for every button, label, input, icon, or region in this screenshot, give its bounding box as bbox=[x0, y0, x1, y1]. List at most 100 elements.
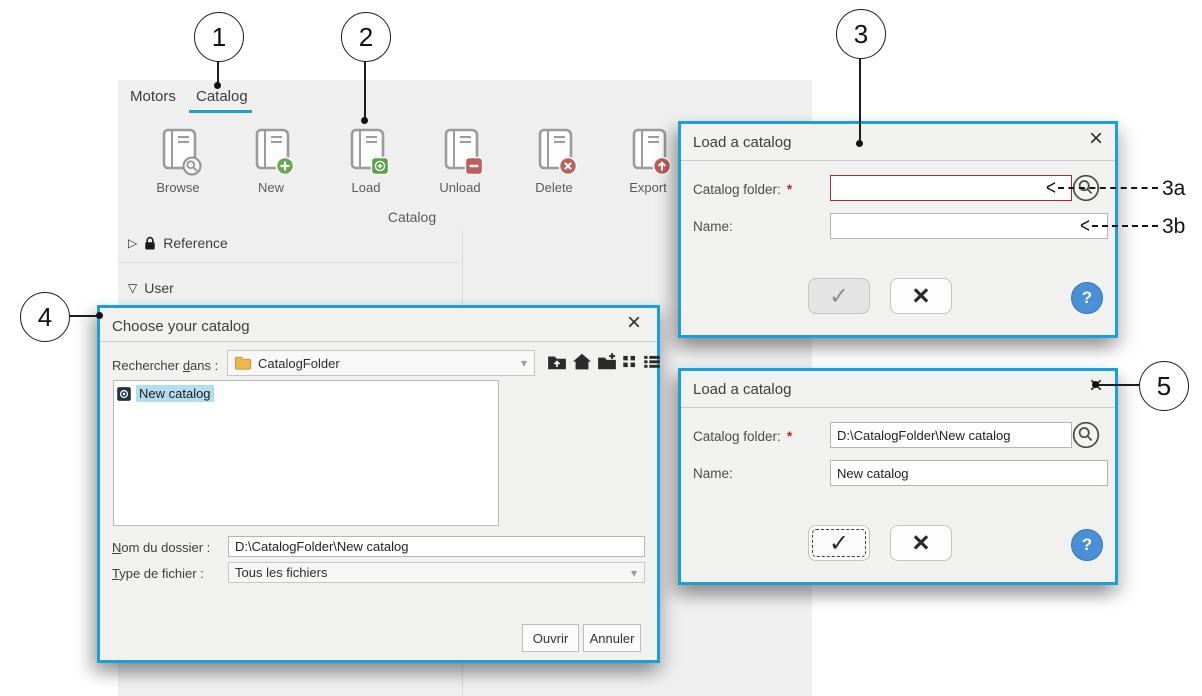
callout-3b: 3b bbox=[1162, 215, 1186, 238]
callout-3-dot bbox=[856, 140, 863, 147]
callout-1-dot bbox=[214, 82, 221, 89]
tab-motors[interactable]: Motors bbox=[130, 88, 176, 105]
callout-4-line bbox=[68, 315, 98, 317]
file-type-combobox[interactable]: Tous les fichiers ▾ bbox=[228, 562, 645, 583]
chevron-down-icon[interactable]: ▾ bbox=[631, 566, 637, 580]
active-tab-underline bbox=[189, 110, 252, 113]
dialog-title: Load a catalog bbox=[693, 134, 792, 151]
ribbon-action-load[interactable]: Load bbox=[323, 126, 409, 195]
tree-item-reference[interactable]: ▷ Reference bbox=[128, 232, 228, 254]
callout-3b-leader bbox=[1092, 225, 1158, 227]
help-icon[interactable]: ? bbox=[1071, 529, 1103, 561]
look-in-combobox[interactable]: CatalogFolder ▾ bbox=[227, 350, 535, 376]
name-input[interactable] bbox=[830, 213, 1108, 239]
list-view-icon[interactable] bbox=[643, 352, 661, 371]
tree-item-user[interactable]: ▽ User bbox=[128, 277, 174, 299]
open-button[interactable]: Ouvrir bbox=[522, 624, 579, 652]
catalog-file-icon bbox=[117, 386, 131, 401]
book-search-icon bbox=[156, 126, 202, 176]
callout-5-dot bbox=[1092, 381, 1099, 388]
ribbon-action-delete[interactable]: Delete bbox=[511, 126, 597, 195]
leader-arrow-left-icon: < bbox=[1046, 175, 1056, 200]
look-in-label: Rechercher dans : bbox=[112, 358, 219, 373]
callout-5-line bbox=[1097, 384, 1139, 386]
ribbon-action-unload[interactable]: Unload bbox=[417, 126, 503, 195]
magnifier-badge-icon bbox=[182, 156, 202, 176]
callout-3-line bbox=[859, 57, 861, 141]
title-separator bbox=[100, 341, 657, 342]
browse-folder-magnifier-button[interactable] bbox=[1072, 421, 1100, 449]
callout-2-dot bbox=[361, 117, 368, 124]
book-delete-icon bbox=[532, 126, 578, 176]
help-icon[interactable]: ? bbox=[1071, 282, 1103, 314]
ribbon-action-browse[interactable]: Browse bbox=[135, 126, 221, 195]
file-list[interactable]: New catalog bbox=[113, 380, 499, 526]
callout-3a-leader bbox=[1058, 187, 1158, 189]
dialog-load-catalog-filled: Load a catalog × Catalog folder:* D:\Cat… bbox=[678, 368, 1118, 585]
ribbon-group-label: Catalog bbox=[387, 209, 437, 225]
ok-button[interactable]: ✓ bbox=[808, 278, 870, 314]
grid-view-icon[interactable] bbox=[622, 352, 638, 371]
tree-item-label: User bbox=[144, 280, 174, 296]
ribbon-action-new[interactable]: New bbox=[228, 126, 314, 195]
callout-4: 4 bbox=[20, 292, 70, 342]
name-input[interactable]: New catalog bbox=[830, 460, 1108, 486]
required-asterisk: * bbox=[786, 429, 793, 444]
delete-badge-icon bbox=[558, 156, 578, 176]
close-icon[interactable]: × bbox=[627, 311, 641, 335]
unload-badge-icon bbox=[464, 156, 484, 176]
ribbon-action-label: Unload bbox=[439, 180, 481, 195]
load-badge-icon bbox=[370, 156, 390, 176]
file-type-label: Type de fichier : bbox=[112, 566, 204, 581]
catalog-folder-label: Catalog folder: * bbox=[693, 182, 793, 197]
cancel-button[interactable]: × bbox=[890, 278, 952, 314]
title-separator bbox=[681, 407, 1115, 408]
leader-arrow-left-icon: < bbox=[1080, 213, 1090, 238]
tree-item-label: Reference bbox=[163, 235, 228, 251]
ribbon-action-label: New bbox=[257, 180, 284, 195]
callout-3: 3 bbox=[836, 9, 886, 59]
expand-caret-icon[interactable]: ▽ bbox=[128, 281, 137, 295]
callout-2-line bbox=[364, 60, 366, 119]
name-label: Name: bbox=[693, 219, 733, 234]
name-label: Name: bbox=[693, 466, 733, 481]
required-asterisk: * bbox=[786, 182, 793, 197]
ribbon-action-label: Delete bbox=[535, 180, 573, 195]
callout-1-line bbox=[217, 60, 219, 84]
ribbon-action-label: Load bbox=[351, 180, 381, 195]
folder-icon bbox=[235, 356, 251, 370]
dialog-load-catalog-empty: Load a catalog × Catalog folder: * Name: … bbox=[678, 121, 1118, 338]
export-badge-icon bbox=[652, 156, 672, 176]
cancel-button[interactable]: × bbox=[890, 525, 952, 561]
parent-folder-icon[interactable] bbox=[547, 352, 567, 371]
file-item-label: New catalog bbox=[136, 385, 214, 402]
tab-catalog[interactable]: Catalog bbox=[196, 88, 248, 105]
new-folder-icon[interactable] bbox=[597, 352, 617, 371]
catalog-folder-label: Catalog folder: * bbox=[693, 429, 793, 444]
add-badge-icon bbox=[275, 156, 295, 176]
close-icon[interactable]: × bbox=[1089, 127, 1103, 151]
book-new-icon bbox=[249, 126, 295, 176]
lock-icon bbox=[145, 236, 155, 249]
title-separator bbox=[681, 160, 1115, 161]
dialog-title: Choose your catalog bbox=[112, 318, 250, 335]
catalog-folder-input[interactable] bbox=[830, 175, 1072, 201]
home-icon[interactable] bbox=[572, 352, 592, 371]
book-load-icon bbox=[344, 126, 390, 176]
callout-4-dot bbox=[96, 312, 103, 319]
chevron-down-icon[interactable]: ▾ bbox=[521, 356, 527, 370]
callout-2: 2 bbox=[341, 12, 391, 62]
folder-name-input[interactable]: D:\CatalogFolder\New catalog bbox=[228, 536, 645, 557]
callout-1: 1 bbox=[194, 12, 244, 62]
file-item-new-catalog[interactable]: New catalog bbox=[114, 381, 498, 406]
collapse-caret-icon[interactable]: ▷ bbox=[128, 236, 137, 250]
ok-button[interactable]: ✓ bbox=[808, 525, 870, 561]
book-unload-icon bbox=[438, 126, 484, 176]
file-type-value: Tous les fichiers bbox=[235, 565, 328, 580]
catalog-folder-input[interactable]: D:\CatalogFolder\New catalog bbox=[830, 422, 1072, 448]
dialog-choose-catalog: Choose your catalog × Rechercher dans : … bbox=[97, 305, 660, 663]
folder-name-label: Nom du dossier : bbox=[112, 540, 211, 555]
ribbon-action-label: Browse bbox=[156, 180, 200, 195]
cancel-button[interactable]: Annuler bbox=[583, 624, 641, 652]
look-in-value: CatalogFolder bbox=[258, 355, 340, 371]
